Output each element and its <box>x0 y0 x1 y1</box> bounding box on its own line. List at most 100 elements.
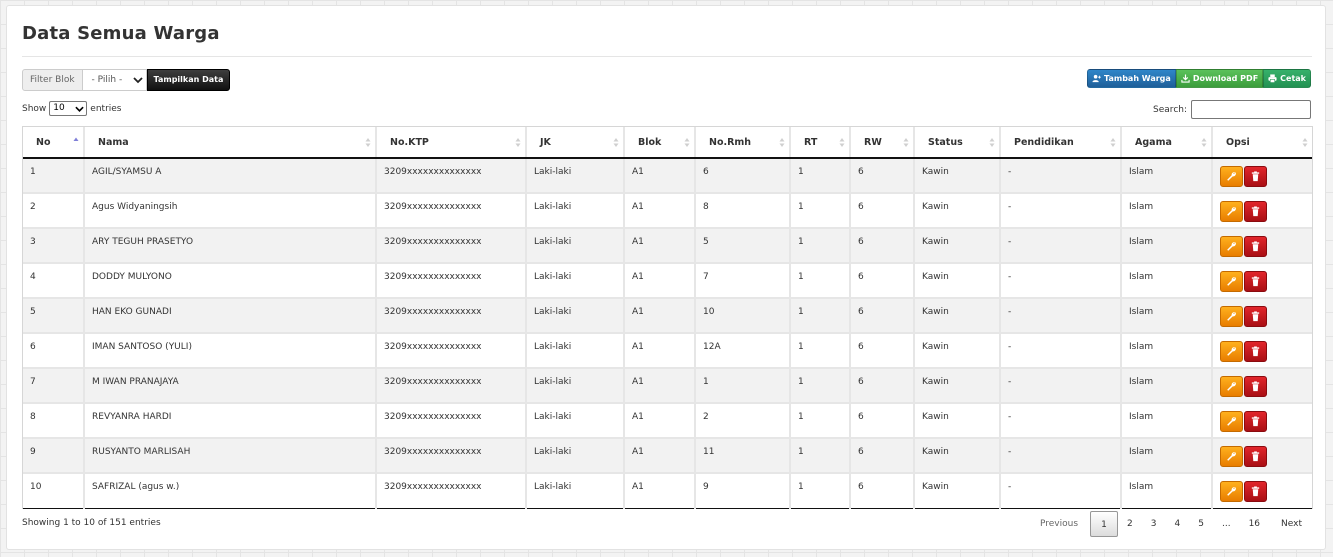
delete-button[interactable] <box>1244 481 1267 502</box>
cell-no: 6 <box>23 333 84 369</box>
trash-icon <box>1251 276 1260 287</box>
cell-rw: 6 <box>849 473 914 509</box>
cetak-button[interactable]: Cetak <box>1263 69 1311 88</box>
cell-no: 5 <box>23 298 84 334</box>
entries-select-value: 10 <box>53 103 65 113</box>
page-button-5[interactable]: 5 <box>1189 511 1213 537</box>
cell-no: 8 <box>23 403 84 439</box>
delete-button[interactable] <box>1244 411 1267 432</box>
cell-rw: 6 <box>849 438 914 474</box>
warga-table-container: No Nama No.KTP JK Blok No.Rmh RT RW Status Pendid… <box>22 126 1313 509</box>
wrench-icon <box>1227 172 1236 181</box>
trash-icon <box>1251 206 1260 217</box>
tampilkan-data-button[interactable]: Tampilkan Data <box>146 69 231 91</box>
edit-button[interactable] <box>1220 166 1243 187</box>
column-header-no-ktp[interactable]: No.KTP <box>375 127 526 159</box>
next-page-button[interactable]: Next <box>1269 511 1311 537</box>
column-header-blok[interactable]: Blok <box>623 127 695 159</box>
delete-button[interactable] <box>1244 341 1267 362</box>
delete-button[interactable] <box>1244 201 1267 222</box>
sort-arrows-icon <box>365 138 371 147</box>
cell-jk: Laki-laki <box>525 438 624 474</box>
search-input[interactable] <box>1191 100 1311 119</box>
edit-button[interactable] <box>1220 271 1243 292</box>
cell-status: Kawin <box>913 193 1000 229</box>
cell-pendidikan: - <box>999 368 1121 404</box>
cell-no-ktp: 3209xxxxxxxxxxxxxx <box>375 368 526 404</box>
trash-icon <box>1251 451 1260 462</box>
column-header-no[interactable]: No <box>23 127 84 159</box>
sort-arrows-icon <box>1302 138 1308 147</box>
cell-pendidikan: - <box>999 403 1121 439</box>
column-header-nama[interactable]: Nama <box>83 127 376 159</box>
filter-blok-select[interactable]: - Pilih - <box>82 69 147 91</box>
cell-rw: 6 <box>849 368 914 404</box>
download-pdf-button[interactable]: Download PDF <box>1175 69 1264 88</box>
cell-pendidikan: - <box>999 263 1121 299</box>
cell-jk: Laki-laki <box>525 473 624 509</box>
column-header-jk[interactable]: JK <box>525 127 624 159</box>
page-button-4[interactable]: 4 <box>1166 511 1190 537</box>
wrench-icon <box>1227 277 1236 286</box>
sort-arrows-icon <box>1110 138 1116 147</box>
delete-button[interactable] <box>1244 166 1267 187</box>
table-info: Showing 1 to 10 of 151 entries <box>22 518 161 528</box>
sort-arrows-icon <box>903 138 909 147</box>
cell-jk: Laki-laki <box>525 403 624 439</box>
cell-opsi <box>1211 298 1312 334</box>
edit-button[interactable] <box>1220 341 1243 362</box>
cell-agama: Islam <box>1120 333 1212 369</box>
column-header-agama[interactable]: Agama <box>1120 127 1212 159</box>
delete-button[interactable] <box>1244 376 1267 397</box>
cell-jk: Laki-laki <box>525 158 624 194</box>
wrench-icon <box>1227 382 1236 391</box>
entries-select[interactable]: 10 <box>49 101 88 116</box>
cell-blok: A1 <box>623 403 695 439</box>
cell-rw: 6 <box>849 403 914 439</box>
page-button-2[interactable]: 2 <box>1118 511 1142 537</box>
cell-jk: Laki-laki <box>525 193 624 229</box>
cell-no-ktp: 3209xxxxxxxxxxxxxx <box>375 228 526 264</box>
edit-button[interactable] <box>1220 306 1243 327</box>
column-header-status[interactable]: Status <box>913 127 1000 159</box>
cell-agama: Islam <box>1120 263 1212 299</box>
edit-button[interactable] <box>1220 446 1243 467</box>
delete-button[interactable] <box>1244 306 1267 327</box>
page-button-16[interactable]: 16 <box>1240 511 1269 537</box>
cell-no-ktp: 3209xxxxxxxxxxxxxx <box>375 333 526 369</box>
tambah-warga-button[interactable]: Tambah Warga <box>1087 69 1176 88</box>
cell-no: 10 <box>23 473 84 509</box>
edit-button[interactable] <box>1220 236 1243 257</box>
page-button-3[interactable]: 3 <box>1142 511 1166 537</box>
cell-status: Kawin <box>913 368 1000 404</box>
cell-rt: 1 <box>789 193 850 229</box>
cell-rt: 1 <box>789 368 850 404</box>
wrench-icon <box>1227 452 1236 461</box>
cell-nama: ARY TEGUH PRASETYO <box>83 228 376 264</box>
column-header-no-rmh[interactable]: No.Rmh <box>694 127 790 159</box>
previous-page-button[interactable]: Previous <box>1031 511 1090 537</box>
cell-opsi <box>1211 263 1312 299</box>
cell-no-rmh: 11 <box>694 438 790 474</box>
column-header-label: Agama <box>1135 136 1172 148</box>
edit-button[interactable] <box>1220 481 1243 502</box>
edit-button[interactable] <box>1220 201 1243 222</box>
edit-button[interactable] <box>1220 411 1243 432</box>
edit-button[interactable] <box>1220 376 1243 397</box>
delete-button[interactable] <box>1244 271 1267 292</box>
column-header-rt[interactable]: RT <box>789 127 850 159</box>
column-header-rw[interactable]: RW <box>849 127 914 159</box>
sort-arrows-icon <box>779 138 785 147</box>
column-header-pendidikan[interactable]: Pendidikan <box>999 127 1121 159</box>
cell-no: 4 <box>23 263 84 299</box>
column-header-opsi[interactable]: Opsi <box>1211 127 1312 159</box>
cell-nama: DODDY MULYONO <box>83 263 376 299</box>
cell-blok: A1 <box>623 333 695 369</box>
cell-status: Kawin <box>913 228 1000 264</box>
delete-button[interactable] <box>1244 446 1267 467</box>
cell-blok: A1 <box>623 438 695 474</box>
delete-button[interactable] <box>1244 236 1267 257</box>
page-button-1[interactable]: 1 <box>1090 511 1119 537</box>
cell-blok: A1 <box>623 263 695 299</box>
tambah-warga-label: Tambah Warga <box>1104 74 1171 83</box>
